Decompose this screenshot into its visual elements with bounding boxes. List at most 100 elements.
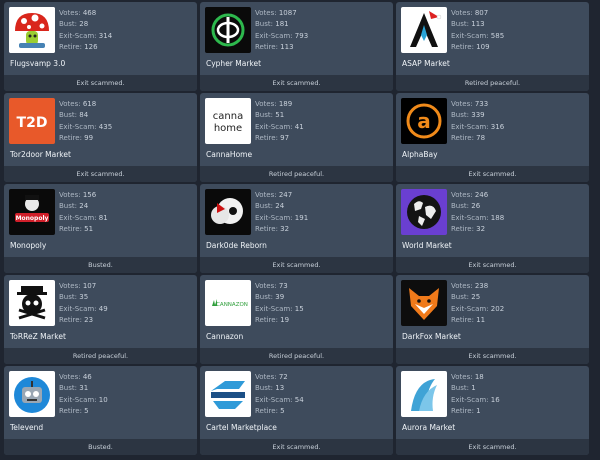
- card-body: canna home Votes: 189 Bust: 51 Exit-Scam…: [200, 93, 393, 166]
- bust-stat: Bust: 181: [255, 20, 289, 29]
- svg-text:CANNAZON: CANNAZON: [216, 302, 248, 308]
- exit-scam-stat: Exit-Scam: 49: [59, 304, 108, 313]
- svg-text:T2D: T2D: [17, 115, 48, 131]
- market-name: Aurora Market: [402, 423, 456, 432]
- market-card[interactable]: Votes: 46 Bust: 31 Exit-Scam: 10 Retire:…: [4, 366, 197, 455]
- market-card[interactable]: Votes: 1087 Bust: 181 Exit-Scam: 793 Ret…: [200, 2, 393, 91]
- votes-stat: Votes: 73: [255, 282, 288, 290]
- market-card[interactable]: Votes: 247 Bust: 24 Exit-Scam: 191 Retir…: [200, 184, 393, 273]
- retire-stat: Retire: 97: [255, 133, 290, 142]
- status-bar: Retired peaceful.: [396, 75, 589, 91]
- card-body: Votes: 246 Bust: 26 Exit-Scam: 188 Retir…: [396, 184, 589, 257]
- skull-logo-icon: [9, 280, 55, 326]
- bust-stat: Bust: 35: [59, 293, 89, 302]
- market-card[interactable]: a Votes: 733 Bust: 339 Exit-Scam: 316 Re…: [396, 93, 589, 182]
- status-bar: Retired peaceful.: [200, 166, 393, 182]
- svg-text:Monopoly: Monopoly: [16, 215, 49, 222]
- status-bar: Busted.: [4, 439, 197, 455]
- bust-stat: Bust: 113: [451, 20, 485, 29]
- retire-stat: Retire: 109: [451, 42, 490, 51]
- retire-stat: Retire: 99: [59, 133, 94, 142]
- market-card[interactable]: Votes: 18 Bust: 1 Exit-Scam: 16 Retire: …: [396, 366, 589, 455]
- votes-stat: Votes: 238: [451, 282, 489, 290]
- retire-stat: Retire: 5: [255, 406, 285, 415]
- retire-stat: Retire: 19: [255, 315, 290, 324]
- card-body: Votes: 107 Bust: 35 Exit-Scam: 49 Retire…: [4, 275, 197, 348]
- market-card[interactable]: Votes: 468 Bust: 28 Exit-Scam: 314 Retir…: [4, 2, 197, 91]
- retire-stat: Retire: 11: [451, 315, 486, 324]
- votes-stat: Votes: 247: [255, 191, 293, 199]
- market-card[interactable]: CANNAZON Votes: 73 Bust: 39 Exit-Scam: 1…: [200, 275, 393, 364]
- votes-stat: Votes: 156: [59, 191, 97, 199]
- market-name: Tor2door Market: [10, 150, 71, 159]
- svg-text:canna: canna: [213, 111, 243, 122]
- market-name: Cartel Marketplace: [206, 423, 277, 432]
- exit-scam-stat: Exit-Scam: 316: [451, 122, 505, 131]
- votes-stat: Votes: 107: [59, 282, 97, 290]
- mushroom-logo-icon: [9, 7, 55, 53]
- stats-list: Votes: 468 Bust: 28 Exit-Scam: 314 Retir…: [59, 8, 112, 53]
- stats-list: Votes: 618 Bust: 84 Exit-Scam: 435 Retir…: [59, 99, 112, 144]
- t2d-logo-icon: T2D: [9, 98, 55, 144]
- votes-stat: Votes: 189: [255, 100, 293, 108]
- votes-stat: Votes: 18: [451, 373, 484, 381]
- votes-stat: Votes: 246: [451, 191, 489, 199]
- cartel-logo-icon: [205, 371, 251, 417]
- card-body: Monopoly Votes: 156 Bust: 24 Exit-Scam: …: [4, 184, 197, 257]
- exit-scam-stat: Exit-Scam: 16: [451, 395, 500, 404]
- status-bar: Exit scammed.: [4, 75, 197, 91]
- market-card[interactable]: T2D Votes: 618 Bust: 84 Exit-Scam: 435 R…: [4, 93, 197, 182]
- fox-logo-icon: [401, 280, 447, 326]
- retire-stat: Retire: 32: [451, 224, 486, 233]
- market-card[interactable]: Votes: 107 Bust: 35 Exit-Scam: 49 Retire…: [4, 275, 197, 364]
- card-body: Votes: 18 Bust: 1 Exit-Scam: 16 Retire: …: [396, 366, 589, 439]
- market-card[interactable]: Votes: 807 Bust: 113 Exit-Scam: 585 Reti…: [396, 2, 589, 91]
- status-bar: Exit scammed.: [4, 166, 197, 182]
- market-card[interactable]: canna home Votes: 189 Bust: 51 Exit-Scam…: [200, 93, 393, 182]
- votes-stat: Votes: 807: [451, 9, 489, 17]
- exit-scam-stat: Exit-Scam: 15: [255, 304, 304, 313]
- bust-stat: Bust: 51: [255, 111, 285, 120]
- market-card[interactable]: Monopoly Votes: 156 Bust: 24 Exit-Scam: …: [4, 184, 197, 273]
- stats-list: Votes: 72 Bust: 13 Exit-Scam: 54 Retire:…: [255, 372, 304, 417]
- exit-scam-stat: Exit-Scam: 793: [255, 31, 309, 40]
- stats-list: Votes: 238 Bust: 25 Exit-Scam: 202 Retir…: [451, 281, 504, 326]
- svg-text:a: a: [417, 109, 431, 133]
- bust-stat: Bust: 25: [451, 293, 481, 302]
- card-body: Votes: 247 Bust: 24 Exit-Scam: 191 Retir…: [200, 184, 393, 257]
- market-name: World Market: [402, 241, 452, 250]
- card-body: Votes: 72 Bust: 13 Exit-Scam: 54 Retire:…: [200, 366, 393, 439]
- exit-scam-stat: Exit-Scam: 81: [59, 213, 108, 222]
- bust-stat: Bust: 24: [255, 202, 285, 211]
- market-card[interactable]: Votes: 72 Bust: 13 Exit-Scam: 54 Retire:…: [200, 366, 393, 455]
- retire-stat: Retire: 113: [255, 42, 294, 51]
- market-card[interactable]: Votes: 238 Bust: 25 Exit-Scam: 202 Retir…: [396, 275, 589, 364]
- status-bar: Retired peaceful.: [4, 348, 197, 364]
- market-name: ToRReZ Market: [10, 332, 66, 341]
- card-body: T2D Votes: 618 Bust: 84 Exit-Scam: 435 R…: [4, 93, 197, 166]
- bust-stat: Bust: 31: [59, 384, 89, 393]
- status-bar: Exit scammed.: [396, 257, 589, 273]
- dark0de-logo-icon: [205, 189, 251, 235]
- retire-stat: Retire: 51: [59, 224, 94, 233]
- market-name: Televend: [10, 423, 44, 432]
- bust-stat: Bust: 28: [59, 20, 89, 29]
- market-card[interactable]: Votes: 246 Bust: 26 Exit-Scam: 188 Retir…: [396, 184, 589, 273]
- stats-list: Votes: 18 Bust: 1 Exit-Scam: 16 Retire: …: [451, 372, 500, 417]
- card-body: a Votes: 733 Bust: 339 Exit-Scam: 316 Re…: [396, 93, 589, 166]
- rocket-logo-icon: [401, 7, 447, 53]
- retire-stat: Retire: 126: [59, 42, 98, 51]
- status-bar: Busted.: [4, 257, 197, 273]
- retire-stat: Retire: 23: [59, 315, 94, 324]
- globe-logo-icon: [401, 189, 447, 235]
- votes-stat: Votes: 733: [451, 100, 489, 108]
- market-grid: Votes: 468 Bust: 28 Exit-Scam: 314 Retir…: [4, 2, 589, 455]
- stats-list: Votes: 107 Bust: 35 Exit-Scam: 49 Retire…: [59, 281, 108, 326]
- card-body: Votes: 46 Bust: 31 Exit-Scam: 10 Retire:…: [4, 366, 197, 439]
- retire-stat: Retire: 5: [59, 406, 89, 415]
- market-name: Cypher Market: [206, 59, 262, 68]
- stats-list: Votes: 156 Bust: 24 Exit-Scam: 81 Retire…: [59, 190, 108, 235]
- market-name: ASAP Market: [402, 59, 450, 68]
- stats-list: Votes: 73 Bust: 39 Exit-Scam: 15 Retire:…: [255, 281, 304, 326]
- status-bar: Exit scammed.: [396, 439, 589, 455]
